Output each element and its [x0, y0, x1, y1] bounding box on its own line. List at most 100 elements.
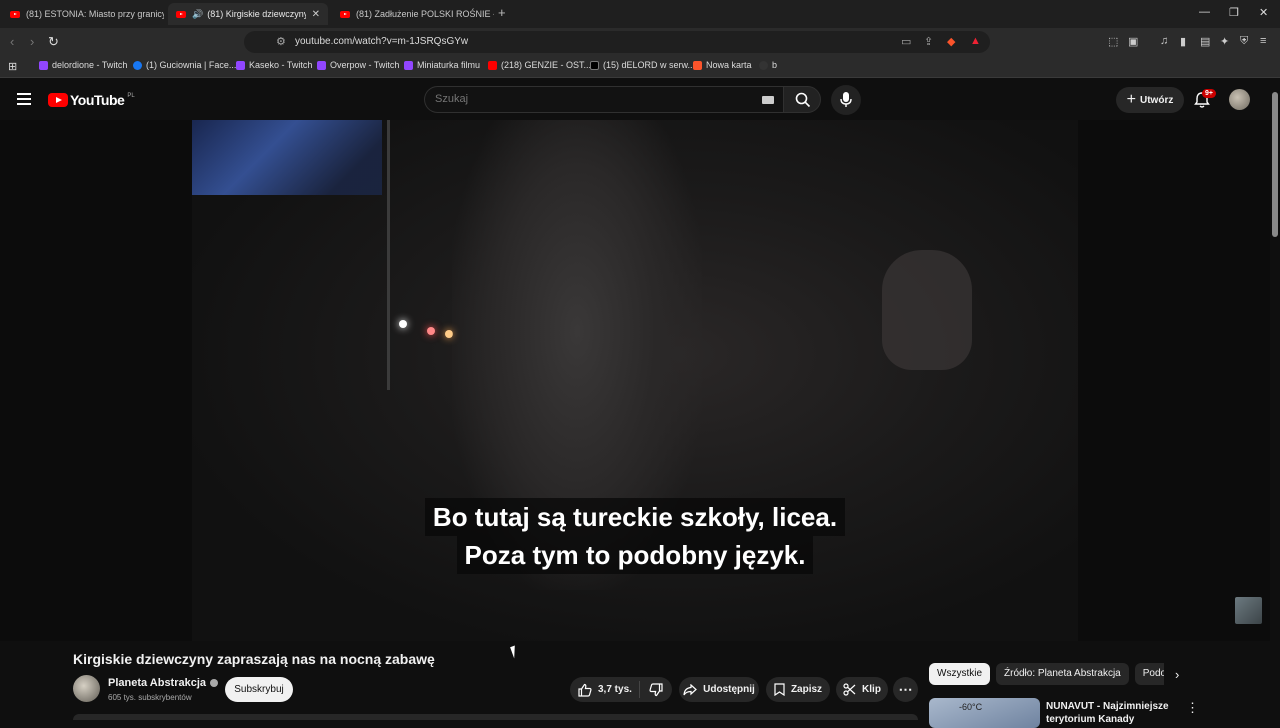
plus-icon: +	[1126, 91, 1136, 108]
clip-label: Klip	[862, 684, 881, 695]
chip-channel-source[interactable]: Źródło: Planeta Abstrakcja	[996, 663, 1129, 685]
maximize-icon[interactable]: ❐	[1229, 6, 1239, 19]
create-label: Utwórz	[1140, 94, 1174, 106]
bookmark-label: Overpow - Twitch	[330, 60, 400, 70]
miniplayer-thumbnail[interactable]	[1235, 597, 1262, 624]
dislike-button[interactable]	[640, 682, 672, 697]
video-subtitles: Bo tutaj są tureckie szkoły, licea. Poza…	[192, 498, 1078, 574]
bookmark-item[interactable]: Miniaturka filmu	[404, 60, 480, 70]
page-scrollbar[interactable]	[1270, 80, 1280, 720]
chip-all[interactable]: Wszystkie	[929, 663, 990, 685]
minimize-icon[interactable]: —	[1199, 6, 1210, 18]
like-count: 3,7 tys.	[598, 684, 632, 695]
close-window-icon[interactable]: ✕	[1259, 6, 1268, 19]
browser-tab-label: (81) Zadłużenie POLSKI ROŚNIE - w 2	[356, 9, 494, 19]
browser-tab[interactable]: (81) Zadłużenie POLSKI ROŚNIE - w 2	[332, 3, 494, 25]
mouse-cursor	[510, 645, 519, 659]
recommendation-thumbnail[interactable]: -60°C	[929, 698, 1040, 728]
scissors-icon	[843, 683, 856, 696]
wallet-icon[interactable]: ▤	[1200, 35, 1210, 48]
youtube-favicon-icon	[340, 10, 350, 18]
brave-rewards-icon[interactable]: ▲	[970, 35, 981, 47]
reload-icon[interactable]: ↻	[48, 34, 59, 50]
youtube-header: YouTube PL + Utwórz 9+	[0, 80, 1280, 120]
account-avatar[interactable]	[1229, 89, 1250, 110]
subscribe-button[interactable]: Subskrybuj	[225, 677, 293, 702]
voice-search-button[interactable]	[831, 85, 861, 115]
recommendation-title[interactable]: NUNAVUT - Najzimniejsze terytorium Kanad…	[1046, 700, 1176, 726]
twitch-icon	[39, 60, 48, 70]
bookmarks-bar: ⊞ delordione - Twitch (1) Guciownia | Fa…	[0, 56, 1280, 78]
more-vertical-icon[interactable]: ⋮	[1186, 700, 1199, 716]
video-frame[interactable]: Bo tutaj są tureckie szkoły, licea. Poza…	[192, 120, 1078, 641]
save-label: Zapisz	[790, 684, 823, 695]
video-hand	[882, 250, 972, 370]
video-player[interactable]: Bo tutaj są tureckie szkoły, licea. Poza…	[0, 120, 1270, 641]
save-button[interactable]: Zapisz	[766, 677, 830, 702]
search-button[interactable]	[783, 86, 821, 113]
share-button[interactable]: Udostępnij	[679, 677, 759, 702]
bookmark-item[interactable]: (1) Guciownia | Face...	[133, 60, 236, 70]
apps-grid-icon[interactable]: ⊞	[8, 60, 17, 73]
browser-tab-active[interactable]: 🔊 (81) Kirgiskie dziewczyny zap ✕	[168, 3, 328, 25]
new-tab-button[interactable]: +	[498, 5, 506, 20]
close-tab-icon[interactable]: ✕	[312, 9, 320, 20]
forward-icon[interactable]: ›	[30, 34, 34, 49]
speaker-icon: 🔊	[192, 8, 204, 19]
bookmark-item[interactable]: b	[759, 60, 777, 70]
bookmark-item[interactable]: Overpow - Twitch	[317, 60, 399, 70]
browser-tab[interactable]: (81) ESTONIA: Miasto przy granicy z R	[2, 3, 164, 25]
facebook-icon	[133, 60, 142, 70]
cast-icon[interactable]: ▭	[901, 35, 911, 48]
back-icon[interactable]: ‹	[10, 34, 14, 49]
channel-avatar[interactable]	[73, 675, 100, 702]
clip-button[interactable]: Klip	[836, 677, 888, 702]
twitch-icon	[317, 60, 326, 70]
search-box	[424, 86, 783, 113]
site-info-icon[interactable]: ⚙	[276, 35, 286, 48]
chip-related[interactable]: Podobne	[1134, 663, 1164, 685]
browser-tab-label: (81) ESTONIA: Miasto przy granicy z R	[26, 9, 164, 19]
bookmark-item[interactable]: Nowa karta	[693, 60, 752, 70]
bookmark-item[interactable]: delordione - Twitch	[39, 60, 127, 70]
screenshot-icon[interactable]: ▣	[1128, 35, 1138, 48]
video-background-screen	[192, 120, 382, 195]
url-text[interactable]: youtube.com/watch?v=m-1JSRQsGYw	[295, 36, 468, 47]
address-bar[interactable]: ⚙ youtube.com/watch?v=m-1JSRQsGYw ▭ ⇪ ◆ …	[244, 31, 990, 53]
channel-name-row[interactable]: Planeta Abstrakcja	[108, 677, 219, 689]
bookmark-item[interactable]: (218) GENZIE - OST...	[488, 60, 591, 70]
description-box[interactable]	[73, 714, 918, 720]
bookmark-label: (1) Guciownia | Face...	[146, 60, 237, 70]
share-page-icon[interactable]: ⇪	[924, 35, 933, 48]
sidebar-icon[interactable]: ▮	[1180, 35, 1186, 48]
bookmark-label: (218) GENZIE - OST...	[501, 60, 592, 70]
vpn-icon[interactable]: ⛨	[1240, 35, 1248, 48]
create-button[interactable]: + Utwórz	[1116, 87, 1184, 113]
youtube-favicon-icon	[176, 10, 186, 18]
more-actions-button[interactable]: ⋯	[893, 677, 918, 702]
video-title: Kirgiskie dziewczyny zapraszają nas na n…	[73, 651, 435, 667]
verified-icon	[210, 679, 219, 687]
like-button[interactable]: 3,7 tys.	[570, 681, 640, 698]
brave-shield-icon[interactable]: ◆	[947, 35, 955, 48]
youtube-logo[interactable]: YouTube PL	[48, 92, 135, 108]
like-dislike-group: 3,7 tys.	[570, 677, 672, 702]
music-icon[interactable]: ♫	[1160, 35, 1168, 47]
search-input[interactable]	[435, 93, 755, 105]
browser-tab-label: (81) Kirgiskie dziewczyny zap	[207, 9, 306, 19]
scrollbar-thumb[interactable]	[1272, 92, 1278, 237]
bookmark-label: Nowa karta	[706, 60, 752, 70]
chevron-right-icon[interactable]: ›	[1175, 667, 1179, 682]
youtube-play-icon	[48, 93, 68, 107]
microphone-icon	[840, 92, 852, 107]
notification-badge: 9+	[1202, 89, 1216, 98]
leo-ai-icon[interactable]: ✦	[1220, 35, 1229, 48]
extensions-icon[interactable]: ⬚	[1108, 35, 1118, 48]
channel-name[interactable]: Planeta Abstrakcja	[108, 677, 206, 689]
bookmark-item[interactable]: Kaseko - Twitch	[236, 60, 312, 70]
menu-icon[interactable]: ≡	[1260, 35, 1266, 47]
browser-tab-strip: (81) ESTONIA: Miasto przy granicy z R 🔊 …	[0, 0, 1280, 28]
keyboard-icon[interactable]	[762, 96, 774, 104]
hamburger-menu-icon[interactable]	[17, 93, 31, 108]
bookmark-item[interactable]: (15) dELORD w serw...	[590, 60, 695, 70]
